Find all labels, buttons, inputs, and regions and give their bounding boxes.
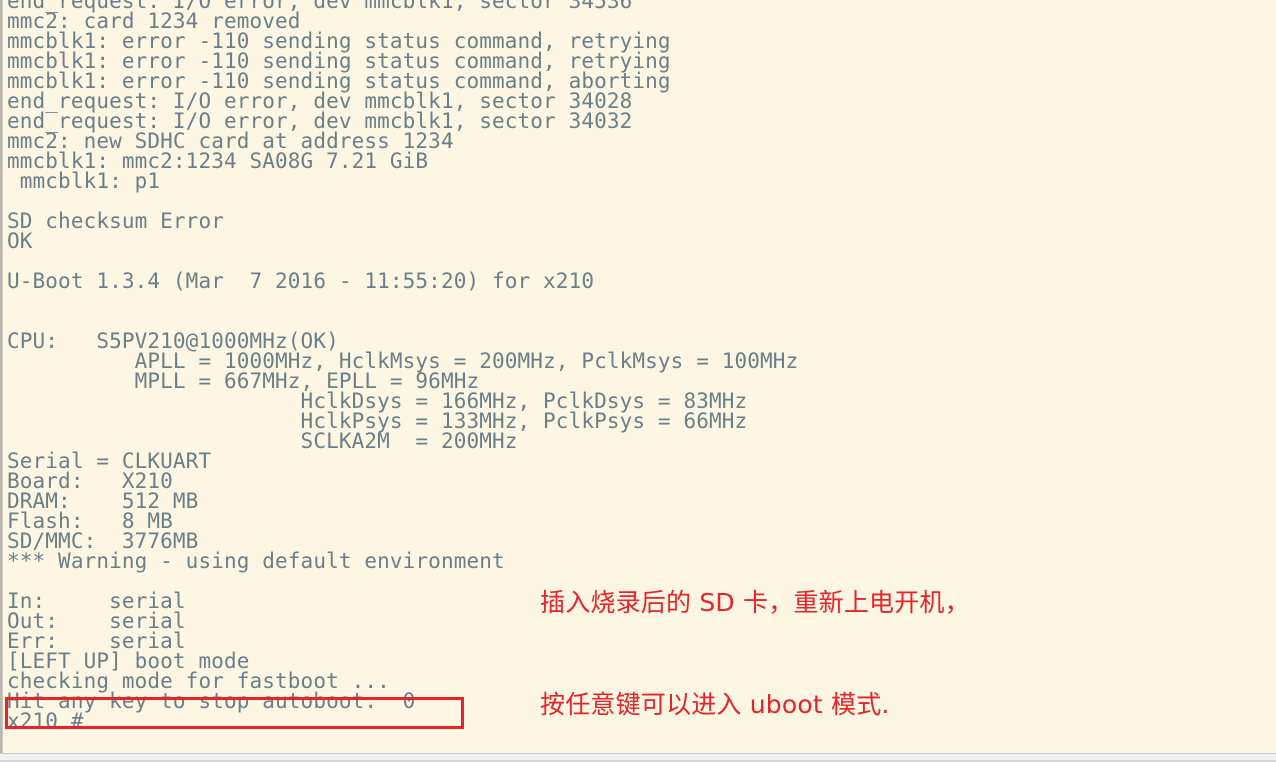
console-line: mmc2: new SDHC card at address 1234 (7, 129, 454, 153)
console-line: mmcblk1: error -110 sending status comma… (7, 49, 671, 73)
console-line: MPLL = 667MHz, EPLL = 96MHz (7, 369, 480, 393)
annotation-line-2: 按任意键可以进入 uboot 模式. (540, 690, 890, 719)
console-line: DRAM: 512 MB (7, 489, 199, 513)
console-line: mmcblk1: mmc2:1234 SA08G 7.21 GiB (7, 149, 429, 173)
console-line: mmcblk1: p1 (7, 169, 161, 193)
console-line: end_request: I/O error, dev mmcblk1, sec… (7, 89, 633, 113)
console-line: Serial = CLKUART (7, 449, 212, 473)
console-line: mmc2: card 1234 removed (7, 9, 301, 33)
console-line: mmcblk1: error -110 sending status comma… (7, 29, 671, 53)
annotation-line-1: 插入烧录后的 SD 卡，重新上电开机， (540, 588, 970, 617)
console-line: mmcblk1: error -110 sending status comma… (7, 69, 671, 93)
console-line: HclkDsys = 166MHz, PclkDsys = 83MHz (7, 389, 748, 413)
console-line: OK (7, 229, 33, 253)
console-line: Board: X210 (7, 469, 173, 493)
console-line: SD checksum Error (7, 209, 224, 233)
window-bottom-edge (0, 753, 1276, 762)
annotation-note: 插入烧录后的 SD 卡，重新上电开机， 按任意键可以进入 uboot 模式. (540, 518, 1010, 753)
console-line: HclkPsys = 133MHz, PclkPsys = 66MHz (7, 409, 748, 433)
console-line: SCLKA2M = 200MHz (7, 429, 518, 453)
terminal-window[interactable]: end_request: I/O error, dev mmcblk1, sec… (0, 0, 1276, 753)
console-line: CPU: S5PV210@1000MHz(OK) (7, 329, 339, 353)
console-line: U-Boot 1.3.4 (Mar 7 2016 - 11:55:20) for… (7, 269, 595, 293)
console-line: APLL = 1000MHz, HclkMsys = 200MHz, PclkM… (7, 349, 799, 373)
console-line: end_request: I/O error, dev mmcblk1, sec… (7, 109, 633, 133)
